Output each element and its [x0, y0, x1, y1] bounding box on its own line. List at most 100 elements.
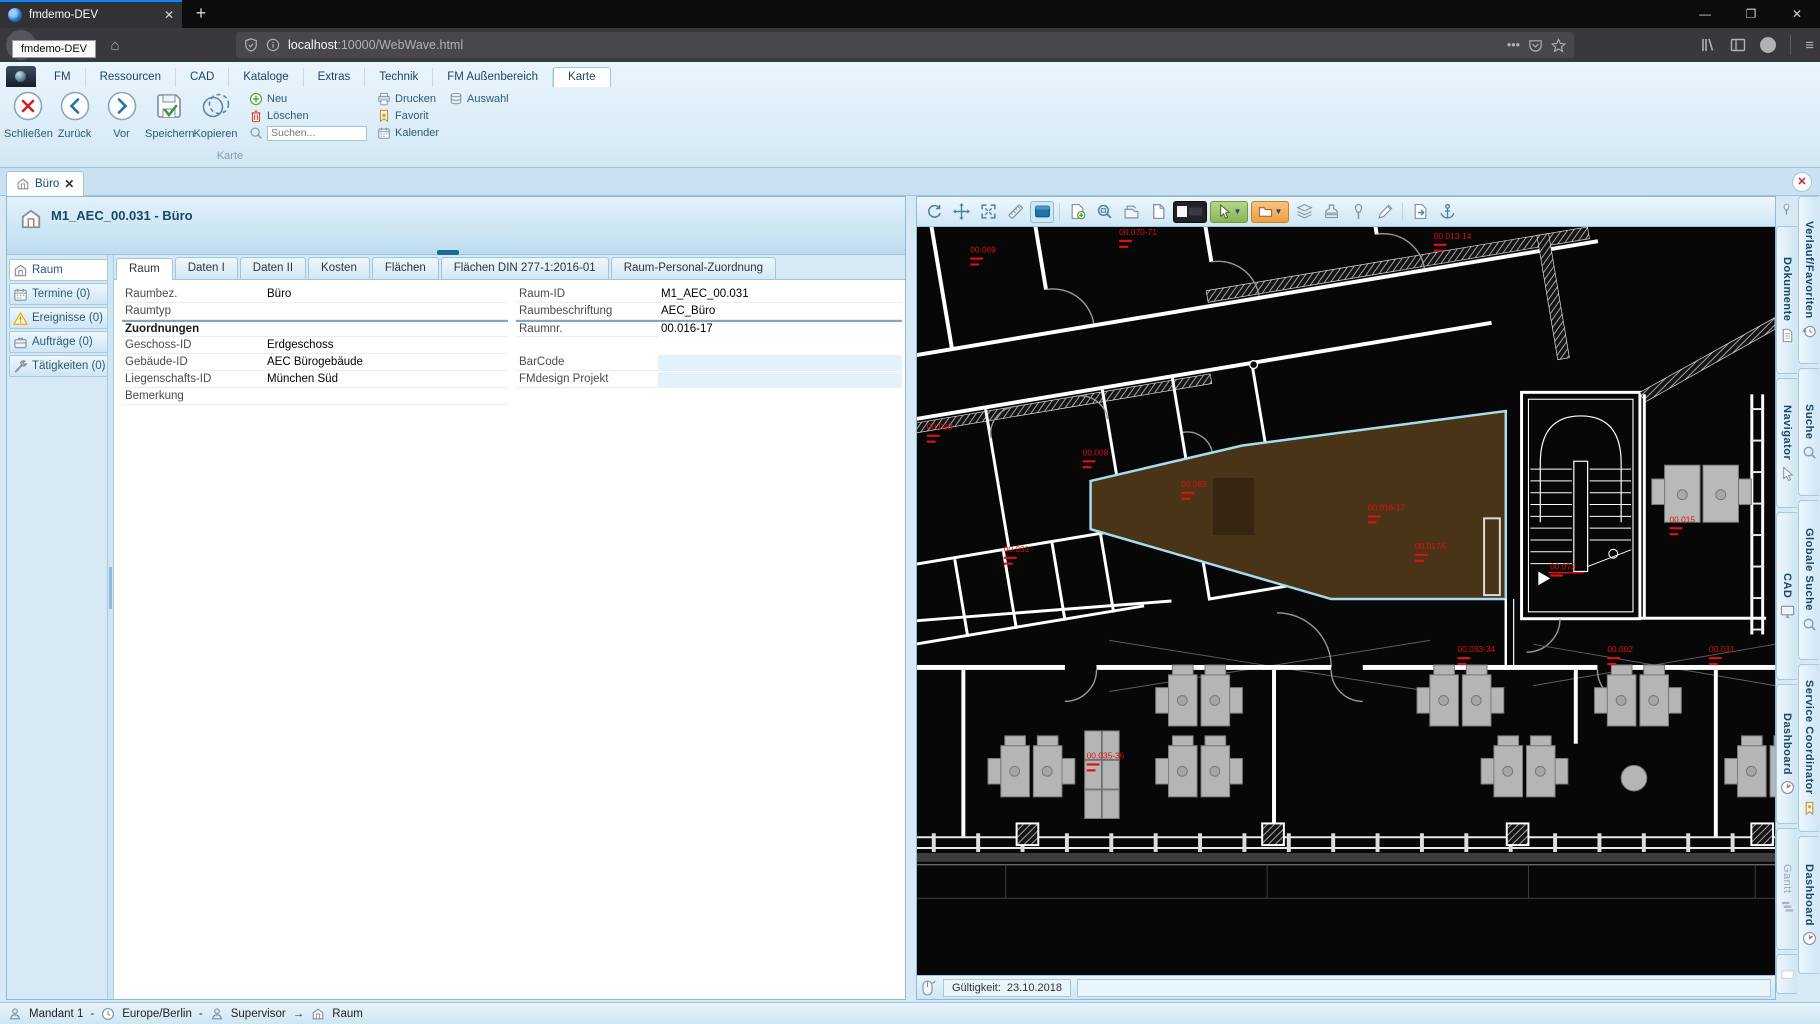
close-circle-icon	[12, 90, 44, 122]
form-tab-raum-personal-zuordnung[interactable]: Raum-Personal-Zuordnung	[611, 257, 776, 279]
cad-anchor-button[interactable]	[1435, 201, 1459, 223]
ribbon-tab-technik[interactable]: Technik	[365, 68, 433, 87]
form-tab-kosten[interactable]: Kosten	[308, 257, 370, 279]
cad-redline-button[interactable]	[1373, 201, 1397, 223]
drucken-button[interactable]: Drucken	[377, 91, 439, 107]
document-tab-close-icon[interactable]: ✕	[64, 177, 74, 191]
field-value-bemerkung[interactable]	[264, 389, 508, 404]
site-info-icon[interactable]	[266, 38, 280, 52]
cad-refresh-button[interactable]	[922, 201, 946, 223]
dock-tab-gantt[interactable]: Gantt	[1776, 828, 1797, 950]
page-actions-icon[interactable]: •••	[1507, 38, 1520, 52]
field-value-geb-ude-id[interactable]: AEC Bürogebäude	[264, 355, 508, 370]
cad-stamp-button[interactable]	[1319, 201, 1343, 223]
dock-tab-cad[interactable]: CAD	[1776, 512, 1797, 680]
shield-icon[interactable]	[244, 38, 258, 52]
account-avatar[interactable]	[1760, 37, 1776, 53]
sidebar-item-ereignisse-0[interactable]: Ereignisse (0)	[9, 307, 107, 329]
cad-export-button[interactable]	[1408, 201, 1432, 223]
ribbon-tab-cad[interactable]: CAD	[176, 68, 229, 87]
form-tab-raum[interactable]: Raum	[116, 258, 173, 280]
cad-zoom-window-button[interactable]	[1092, 201, 1116, 223]
dock-tab-service-coordinator[interactable]: Service Coordinator	[1798, 664, 1819, 832]
dock-tab-globale-suche[interactable]: Globale Suche	[1798, 500, 1819, 660]
dock-tab-verlauf-favoriten[interactable]: Verlauf/Favoriten	[1798, 196, 1819, 364]
cad-canvas[interactable]: 00.06900.070-7100.013-1400.00800.00800.0…	[917, 227, 1775, 975]
document-tab-buero[interactable]: Büro ✕	[6, 171, 84, 196]
field-value-fmdesign-projekt[interactable]	[658, 372, 902, 387]
cad-layers-button[interactable]	[1292, 201, 1316, 223]
sidebars-icon[interactable]	[1730, 37, 1746, 53]
bookmark-star-icon[interactable]	[1551, 38, 1566, 53]
ribbon-tab-karte[interactable]: Karte	[553, 67, 611, 87]
sidebar-item-raum[interactable]: Raum	[9, 259, 107, 281]
cad-measure-button[interactable]	[1003, 201, 1027, 223]
cad-pan-button[interactable]	[949, 201, 973, 223]
cad-layer-folder-button[interactable]: ▼	[1251, 201, 1289, 223]
field-value-raumbez[interactable]: Büro	[264, 287, 508, 302]
url-bar[interactable]: localhost:10000/WebWave.html •••	[236, 32, 1574, 58]
dock-tab-dashboard[interactable]: Dashboard	[1776, 684, 1797, 824]
zur-ck-button[interactable]: Zurück	[51, 88, 98, 140]
favorit-button[interactable]: Favorit	[377, 108, 439, 124]
sidebar-item-t-tigkeiten-0[interactable]: Tätigkeiten (0)	[9, 355, 107, 377]
browser-tab[interactable]: fmdemo-DEV ✕	[0, 0, 182, 28]
dock-tab-dokumente[interactable]: Dokumente	[1776, 226, 1797, 374]
field-value-barcode[interactable]	[658, 355, 902, 370]
dock-tab-blank[interactable]	[1776, 954, 1797, 994]
cad-pin-button[interactable]	[1346, 201, 1370, 223]
clock-icon	[101, 1007, 115, 1021]
pocket-icon[interactable]	[1528, 38, 1543, 53]
pin-panel-icon[interactable]	[1776, 196, 1797, 222]
neu-button[interactable]: Neu	[249, 91, 367, 107]
cad-new-view-button[interactable]	[1065, 201, 1089, 223]
ribbon-tab-fm-au-enbereich[interactable]: FM Außenbereich	[433, 68, 553, 87]
field-value-geschoss-id[interactable]: Erdgeschoss	[264, 338, 508, 353]
gantt-icon	[1780, 899, 1795, 914]
field-value-liegenschafts-id[interactable]: München Süd	[264, 372, 508, 387]
sidebar-item-auftr-ge-0[interactable]: Aufträge (0)	[9, 331, 107, 353]
schlie-en-button[interactable]: Schließen	[4, 88, 51, 140]
cad-view-button[interactable]	[1030, 201, 1054, 223]
window-minimize-button[interactable]: —	[1682, 0, 1728, 28]
dock-tab-dashboard[interactable]: Dashboard	[1798, 836, 1819, 974]
cad-sheet-button[interactable]	[1146, 201, 1170, 223]
form-tab-daten-ii[interactable]: Daten II	[240, 257, 306, 279]
form-tab-fl-chen-din-277-1-2016-01[interactable]: Flächen DIN 277-1:2016-01	[441, 257, 609, 279]
home-button[interactable]: ⌂	[100, 37, 130, 54]
field-value-raumbeschriftung[interactable]: AEC_Büro	[658, 304, 902, 319]
kalender-button[interactable]: Kalender	[377, 125, 439, 141]
new-tab-button[interactable]: +	[186, 0, 216, 28]
window-close-button[interactable]: ✕	[1774, 0, 1820, 28]
search-input[interactable]	[267, 126, 367, 141]
form-tab-daten-i[interactable]: Daten I	[175, 257, 238, 279]
panel-splitter[interactable]	[906, 196, 916, 1000]
window-restore-button[interactable]: ❐	[1728, 0, 1774, 28]
sidebar-item-termine-0[interactable]: Termine (0)	[9, 283, 107, 305]
field-value-raumnr[interactable]: 00.016-17	[658, 322, 902, 337]
kopieren-button[interactable]: Kopieren	[192, 88, 239, 140]
tab-close-icon[interactable]: ✕	[164, 8, 174, 22]
cad-plans-button[interactable]	[1119, 201, 1143, 223]
vor-button[interactable]: Vor	[98, 88, 145, 140]
field-value-raum-id[interactable]: M1_AEC_00.031	[658, 287, 902, 302]
cad-select-mode-button[interactable]: ▼	[1210, 201, 1248, 223]
ribbon-tab-kataloge[interactable]: Kataloge	[229, 68, 303, 87]
dock-tab-navigator[interactable]: Navigator	[1776, 378, 1797, 508]
cad-display-toggle[interactable]	[1173, 201, 1207, 223]
l-schen-button[interactable]: Löschen	[249, 108, 367, 124]
ribbon-tab-ressourcen[interactable]: Ressourcen	[86, 68, 176, 87]
library-icon[interactable]	[1700, 37, 1716, 53]
auswahl-button[interactable]: Auswahl	[449, 91, 509, 107]
ribbon-tab-fm[interactable]: FM	[40, 68, 86, 87]
dock-tab-suche[interactable]: Suche	[1798, 368, 1819, 496]
menu-icon[interactable]: ≡	[1805, 37, 1814, 54]
app-logo-tab[interactable]	[6, 66, 36, 87]
close-all-tabs-button[interactable]: ✕	[1792, 172, 1812, 192]
form-tab-fl-chen[interactable]: Flächen	[372, 257, 439, 279]
field-value-raumtyp[interactable]	[264, 304, 508, 319]
speichern-button[interactable]: Speichern	[145, 88, 192, 140]
cad-zoom-fit-button[interactable]	[976, 201, 1000, 223]
ribbon-tab-extras[interactable]: Extras	[304, 68, 366, 87]
vertical-splitter[interactable]	[107, 255, 114, 999]
